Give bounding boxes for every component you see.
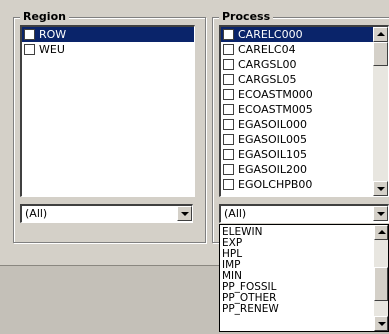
- dropdown-option[interactable]: IMP: [220, 260, 388, 271]
- checkbox[interactable]: [223, 119, 234, 130]
- checkbox[interactable]: [223, 29, 234, 40]
- process-item-label: CARELC04: [238, 43, 296, 56]
- checkbox[interactable]: [223, 44, 234, 55]
- process-item[interactable]: EGOLCHPB00: [221, 177, 388, 192]
- process-item[interactable]: ECOASTM005: [221, 102, 388, 117]
- checkbox[interactable]: [223, 89, 234, 100]
- process-item[interactable]: CARGSL00: [221, 57, 388, 72]
- dropdown-scrollbar[interactable]: [374, 225, 388, 331]
- process-item[interactable]: EGASOIL200: [221, 162, 388, 177]
- dropdown-option[interactable]: HPL: [220, 249, 388, 260]
- region-listbox[interactable]: ROW WEU: [20, 25, 195, 197]
- chevron-down-icon: [377, 212, 385, 216]
- region-item-label: WEU: [39, 43, 65, 56]
- checkbox[interactable]: [223, 134, 234, 145]
- checkbox[interactable]: [223, 149, 234, 160]
- process-item[interactable]: EGASOIL005: [221, 132, 388, 147]
- process-filter-value: (All): [224, 207, 247, 220]
- process-item[interactable]: EGASOIL000: [221, 117, 388, 132]
- chevron-down-icon: [181, 212, 189, 216]
- process-item-label: EGOLCHPB00: [238, 178, 313, 191]
- region-filter-combo[interactable]: (All): [20, 204, 193, 223]
- process-filter-dropdown-button[interactable]: [373, 206, 388, 221]
- process-item-label: CARGSL00: [238, 58, 297, 71]
- process-scrollbar[interactable]: [373, 27, 388, 196]
- checkbox[interactable]: [24, 44, 35, 55]
- dropdown-option[interactable]: ELEWIN: [220, 227, 388, 238]
- checkbox[interactable]: [223, 164, 234, 175]
- region-item[interactable]: WEU: [22, 42, 194, 57]
- process-item[interactable]: ECOASTM000: [221, 87, 388, 102]
- scroll-down-button[interactable]: [373, 181, 388, 196]
- process-item-label: EGASOIL000: [238, 118, 308, 131]
- process-item-label: ECOASTM005: [238, 103, 313, 116]
- process-item-label: EGASOIL005: [238, 133, 308, 146]
- region-item[interactable]: ROW: [22, 27, 194, 42]
- scroll-thumb[interactable]: [374, 267, 388, 301]
- checkbox[interactable]: [223, 59, 234, 70]
- chevron-up-icon: [377, 32, 385, 36]
- scroll-up-button[interactable]: [373, 27, 388, 42]
- process-item[interactable]: CARGSL05: [221, 72, 388, 87]
- region-title: Region: [20, 10, 69, 23]
- checkbox[interactable]: [223, 179, 234, 190]
- process-item[interactable]: CARELC04: [221, 42, 388, 57]
- process-item-label: CARELC000: [238, 28, 303, 41]
- process-item-label: EGASOIL105: [238, 148, 308, 161]
- chevron-up-icon: [378, 230, 386, 234]
- process-filter-combo[interactable]: (All): [219, 204, 389, 223]
- region-filter-dropdown-button[interactable]: [177, 206, 192, 221]
- process-filter-dropdown-list[interactable]: ELEWIN EXP HPL IMP MIN PP_FOSSIL PP_OTHE…: [219, 224, 389, 332]
- process-listbox[interactable]: CARELC000 CARELC04 CARGSL00 CARGSL05 ECO…: [219, 25, 389, 197]
- process-item[interactable]: CARELC000: [221, 27, 388, 42]
- process-item-label: ECOASTM000: [238, 88, 313, 101]
- chevron-down-icon: [377, 187, 385, 191]
- scroll-up-button[interactable]: [374, 225, 388, 240]
- checkbox[interactable]: [24, 29, 35, 40]
- checkbox[interactable]: [223, 74, 234, 85]
- scroll-thumb[interactable]: [373, 42, 388, 66]
- process-title: Process: [219, 10, 274, 23]
- region-filter-value: (All): [25, 207, 48, 220]
- process-item[interactable]: EGASOIL105: [221, 147, 388, 162]
- chevron-down-icon: [378, 322, 386, 326]
- process-item-label: EGASOIL200: [238, 163, 308, 176]
- region-item-label: ROW: [39, 28, 67, 41]
- scroll-down-button[interactable]: [374, 316, 388, 331]
- checkbox[interactable]: [223, 104, 234, 115]
- process-item-label: CARGSL05: [238, 73, 297, 86]
- dropdown-option[interactable]: PP_RENEW: [220, 304, 388, 315]
- dropdown-option[interactable]: EXP: [220, 238, 388, 249]
